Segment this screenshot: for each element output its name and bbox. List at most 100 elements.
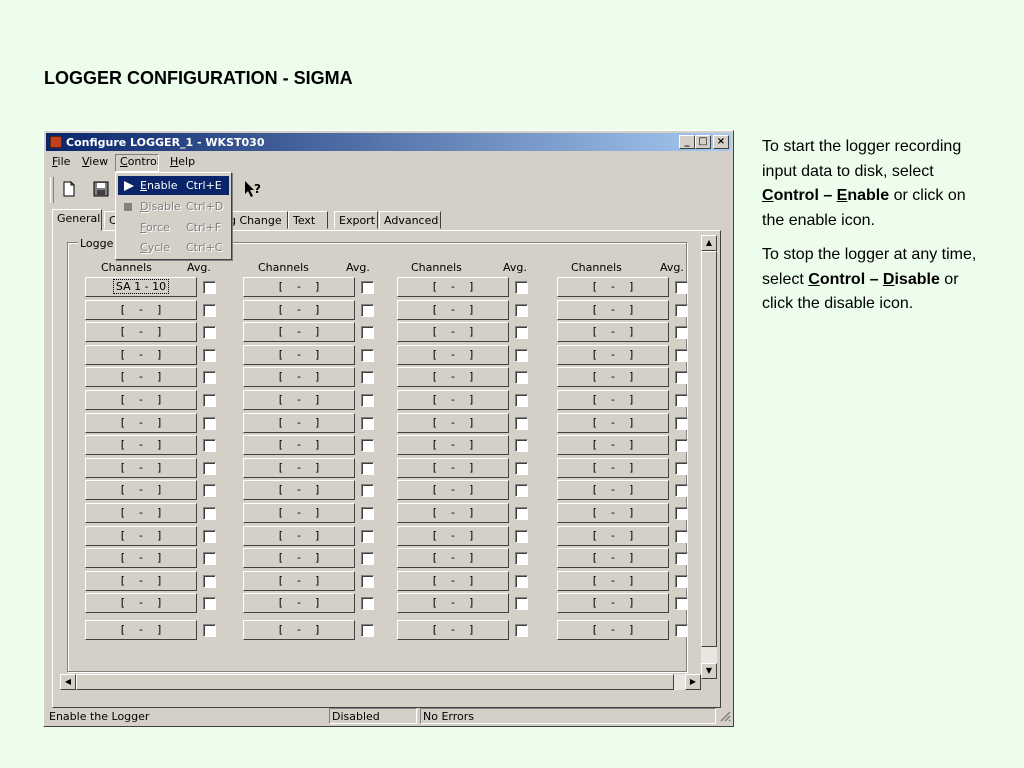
avg-checkbox[interactable] (675, 394, 688, 407)
avg-checkbox[interactable] (515, 303, 528, 317)
channel-button[interactable]: [ - ] (85, 390, 197, 410)
avg-checkbox[interactable] (203, 348, 216, 362)
avg-checkbox[interactable] (515, 439, 528, 453)
avg-checkbox[interactable] (203, 597, 216, 611)
avg-checkbox[interactable] (203, 624, 216, 637)
avg-checkbox[interactable] (203, 484, 216, 498)
channel-button[interactable]: [ - ] (557, 367, 669, 388)
channel-button[interactable]: [ - ] (397, 390, 509, 410)
channel-button[interactable]: [ - ] (243, 322, 355, 343)
channel-button[interactable]: [ - ] (85, 322, 197, 343)
channel-button[interactable]: [ - ] (397, 548, 509, 569)
avg-checkbox[interactable] (515, 326, 528, 340)
vertical-scrollbar[interactable]: ▲ ▼ (701, 235, 717, 679)
avg-checkbox[interactable] (515, 597, 528, 611)
channel-button[interactable]: [ - ] (557, 412, 669, 433)
channel-button[interactable]: [ - ] (85, 457, 197, 478)
avg-checkbox[interactable] (515, 461, 528, 475)
context-help-icon[interactable]: ? (242, 178, 264, 200)
avg-checkbox[interactable] (361, 461, 374, 475)
channel-button[interactable]: [ - ] (85, 435, 197, 456)
menu-item-cycle[interactable]: Cycle Ctrl+C (118, 238, 229, 257)
channel-button[interactable]: [ - ] (243, 480, 355, 501)
avg-checkbox[interactable] (515, 371, 528, 385)
channel-button[interactable]: [ - ] (397, 503, 509, 523)
menu-item-disable[interactable]: Disable Ctrl+D (118, 197, 229, 216)
channel-button[interactable]: [ - ] (243, 277, 355, 297)
avg-checkbox[interactable] (515, 484, 528, 498)
scroll-up-icon[interactable]: ▲ (701, 235, 717, 251)
resize-grip-icon[interactable] (719, 710, 731, 722)
avg-checkbox[interactable] (675, 439, 688, 453)
tab-change[interactable]: g Change (228, 211, 288, 229)
channel-button[interactable]: [ - ] (243, 435, 355, 456)
minimize-button[interactable]: _ (679, 135, 695, 149)
channel-button[interactable]: [ - ] (243, 390, 355, 410)
avg-checkbox[interactable] (675, 371, 688, 385)
horizontal-scrollbar[interactable]: ◀ ▶ (60, 674, 701, 690)
avg-checkbox[interactable] (675, 348, 688, 362)
scroll-left-icon[interactable]: ◀ (60, 674, 76, 690)
channel-button[interactable]: [ - ] (397, 344, 509, 365)
channel-button[interactable]: [ - ] (85, 367, 197, 388)
menu-help[interactable]: Help (170, 155, 195, 168)
avg-checkbox[interactable] (675, 461, 688, 475)
avg-checkbox[interactable] (675, 484, 688, 498)
channel-button[interactable]: [ - ] (243, 620, 355, 640)
avg-checkbox[interactable] (361, 348, 374, 362)
avg-checkbox[interactable] (361, 281, 374, 294)
maximize-button[interactable]: □ (695, 135, 711, 149)
channel-button[interactable]: [ - ] (557, 570, 669, 591)
avg-checkbox[interactable] (203, 574, 216, 588)
channel-button[interactable]: [ - ] (397, 480, 509, 501)
save-icon[interactable] (90, 178, 112, 200)
avg-checkbox[interactable] (361, 597, 374, 611)
avg-checkbox[interactable] (675, 326, 688, 340)
channel-button[interactable]: [ - ] (85, 593, 197, 614)
channel-button[interactable]: [ - ] (243, 344, 355, 365)
channel-button[interactable]: [ - ] (85, 480, 197, 501)
channel-button[interactable]: [ - ] (397, 593, 509, 614)
scroll-down-icon[interactable]: ▼ (701, 663, 717, 679)
channel-button[interactable]: [ - ] (85, 344, 197, 365)
avg-checkbox[interactable] (203, 303, 216, 317)
channel-button[interactable]: [ - ] (557, 480, 669, 501)
channel-button[interactable]: [ - ] (557, 457, 669, 478)
menu-file[interactable]: File (52, 155, 70, 168)
menu-item-force[interactable]: Force Ctrl+F (118, 218, 229, 237)
tab-export[interactable]: Export (334, 211, 378, 229)
avg-checkbox[interactable] (675, 552, 688, 566)
channel-button[interactable]: [ - ] (397, 525, 509, 546)
avg-checkbox[interactable] (361, 439, 374, 453)
channel-button[interactable]: [ - ] (397, 435, 509, 456)
avg-checkbox[interactable] (515, 348, 528, 362)
channel-button[interactable]: [ - ] (557, 593, 669, 614)
avg-checkbox[interactable] (203, 552, 216, 566)
avg-checkbox[interactable] (361, 484, 374, 498)
avg-checkbox[interactable] (361, 394, 374, 407)
channel-button[interactable]: [ - ] (397, 322, 509, 343)
avg-checkbox[interactable] (515, 624, 528, 637)
channel-button[interactable]: [ - ] (243, 593, 355, 614)
avg-checkbox[interactable] (361, 574, 374, 588)
avg-checkbox[interactable] (675, 281, 688, 294)
avg-checkbox[interactable] (515, 529, 528, 543)
avg-checkbox[interactable] (361, 624, 374, 637)
channel-button[interactable]: [ - ] (557, 344, 669, 365)
channel-button[interactable]: [ - ] (557, 548, 669, 569)
avg-checkbox[interactable] (675, 597, 688, 611)
channel-button[interactable]: [ - ] (397, 367, 509, 388)
channel-button[interactable]: [ - ] (85, 299, 197, 320)
avg-checkbox[interactable] (203, 281, 216, 294)
channel-button[interactable]: [ - ] (397, 277, 509, 297)
tab-advanced[interactable]: Advanced (379, 211, 441, 229)
channel-button[interactable]: [ - ] (243, 525, 355, 546)
channel-button[interactable]: [ - ] (243, 548, 355, 569)
channel-button[interactable]: [ - ] (557, 322, 669, 343)
avg-checkbox[interactable] (203, 394, 216, 407)
avg-checkbox[interactable] (203, 439, 216, 453)
avg-checkbox[interactable] (203, 529, 216, 543)
channel-button[interactable]: SA 1 - 10 (85, 277, 197, 297)
avg-checkbox[interactable] (675, 507, 688, 520)
channel-button[interactable]: [ - ] (557, 299, 669, 320)
